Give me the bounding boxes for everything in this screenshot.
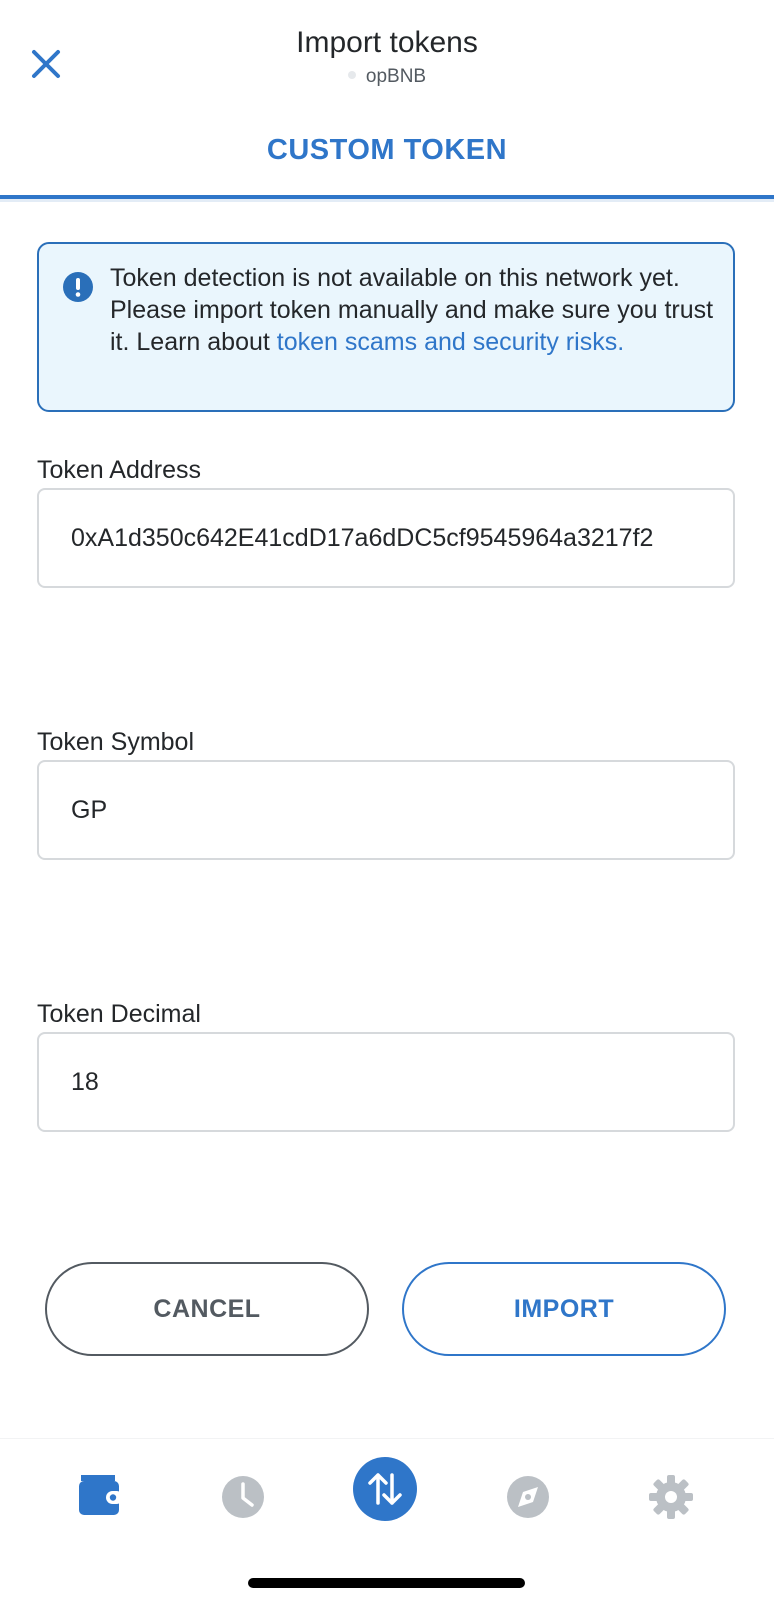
network-name: opBNB (365, 66, 427, 87)
network-dot-icon (347, 70, 356, 79)
compass-icon (507, 1476, 549, 1518)
info-alert-icon (63, 272, 93, 302)
tab-activity[interactable] (211, 1465, 275, 1529)
cancel-button[interactable]: CANCEL (45, 1262, 369, 1356)
tab-settings[interactable] (639, 1465, 703, 1529)
bottom-tab-bar (0, 1438, 774, 1601)
swap-icon (353, 1457, 417, 1521)
token-decimal-label: Token Decimal (37, 1000, 201, 1028)
wallet-icon (79, 1475, 123, 1515)
banner-message: Token detection is not available on this… (110, 262, 725, 358)
tab-browser[interactable] (496, 1465, 560, 1529)
token-decimal-input[interactable] (37, 1032, 735, 1132)
tab-custom-token[interactable]: CUSTOM TOKEN (0, 130, 774, 190)
token-address-input[interactable] (37, 488, 735, 588)
network-label: opBNB (0, 66, 774, 88)
page-title: Import tokens (296, 26, 478, 59)
clock-icon (222, 1476, 264, 1518)
tab-divider (0, 199, 774, 202)
tab-swap[interactable] (353, 1457, 417, 1521)
tab-wallet[interactable] (67, 1465, 131, 1529)
home-indicator (248, 1578, 525, 1588)
security-risks-link[interactable]: token scams and security risks. (277, 328, 624, 356)
token-address-label: Token Address (37, 456, 201, 484)
gear-icon (649, 1475, 693, 1519)
info-banner: Token detection is not available on this… (37, 242, 735, 412)
token-symbol-label: Token Symbol (37, 728, 195, 756)
token-symbol-input[interactable] (37, 760, 735, 860)
import-button[interactable]: IMPORT (402, 1262, 726, 1356)
